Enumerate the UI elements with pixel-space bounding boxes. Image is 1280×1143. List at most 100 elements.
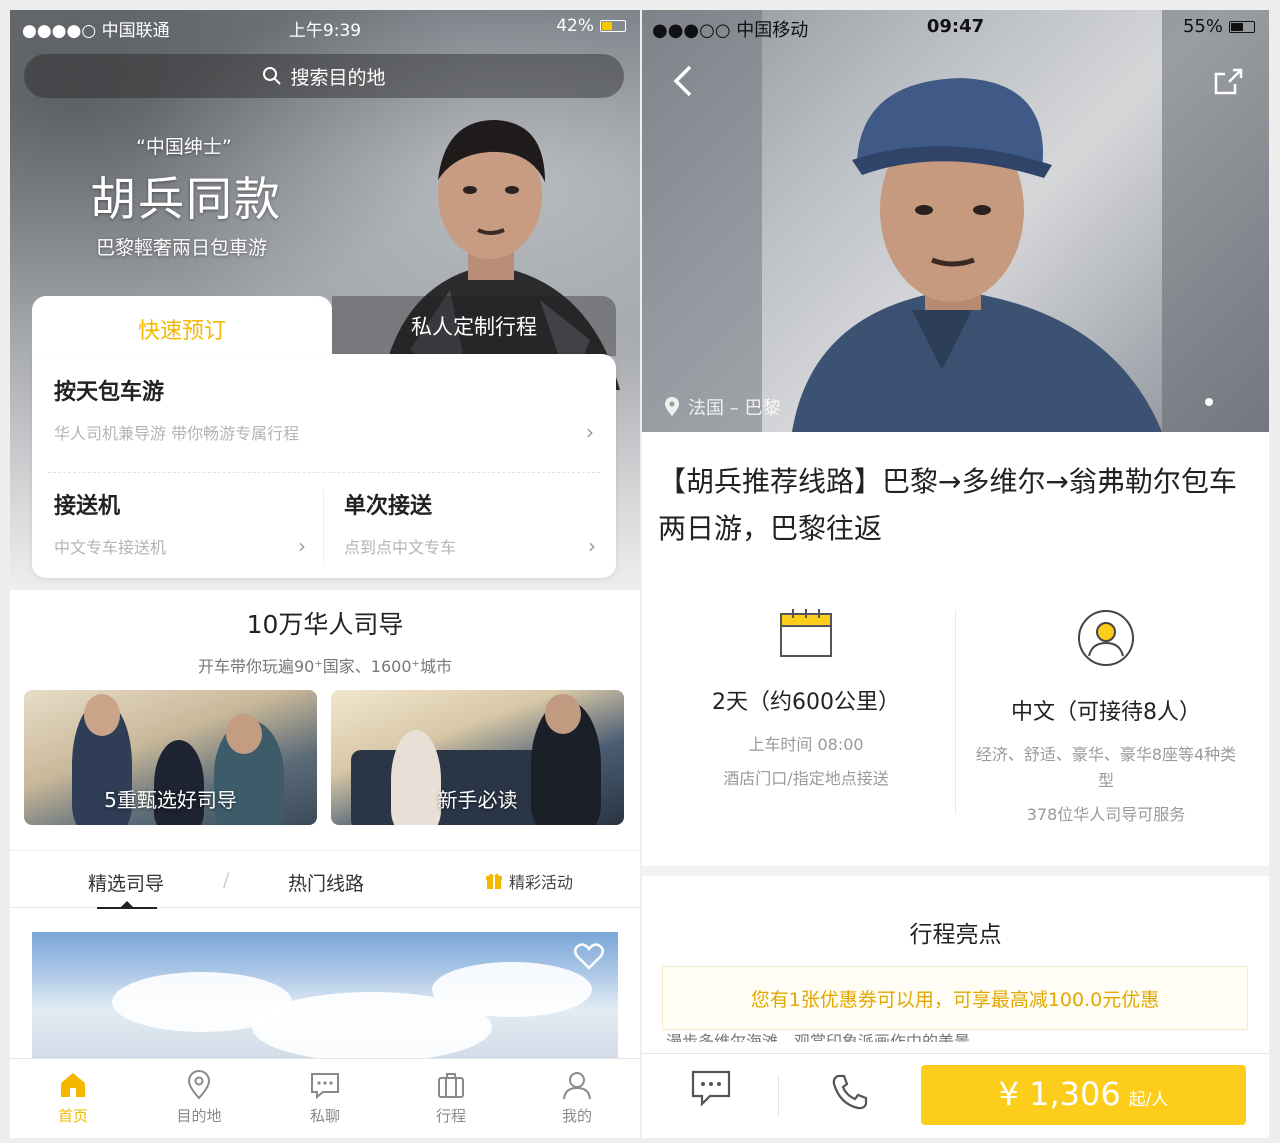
battery-indicator: 55% xyxy=(1183,16,1255,37)
featured-guide-image[interactable] xyxy=(32,932,618,1062)
map-pin-icon xyxy=(665,397,679,416)
highlights-title: 行程亮点 xyxy=(909,922,1002,948)
nav-me-label: 我的 xyxy=(561,1107,592,1125)
chat-button[interactable] xyxy=(690,1068,732,1112)
price-amount: ¥ 1,306 xyxy=(998,1075,1121,1113)
tab-quick-booking[interactable]: 快速预订 xyxy=(32,296,332,362)
cloud-shape xyxy=(432,962,592,1017)
battery-percent: 55% xyxy=(1182,16,1223,37)
route-title: 【胡兵推荐线路】巴黎→多维尔→翁弗勒尔包车两日游，巴黎往返 xyxy=(658,465,1237,545)
section-separator xyxy=(642,866,1269,876)
tab-events-label: 精彩活动 xyxy=(509,873,574,892)
call-button[interactable] xyxy=(830,1072,870,1116)
chat-icon xyxy=(691,1070,731,1107)
search-icon xyxy=(263,67,282,85)
promo-text: “中国绅士” 胡兵同款 巴黎輕奢兩日包車游 xyxy=(90,132,282,260)
chevron-left-icon xyxy=(673,65,692,97)
status-bar: ●●●●○ 中国联通 上午9:39 42% xyxy=(10,10,640,44)
clock-text: 09:47 xyxy=(926,16,985,37)
battery-percent: 42% xyxy=(556,16,594,36)
search-destination-input[interactable]: 搜索目的地 xyxy=(24,54,624,98)
divider xyxy=(48,472,600,473)
route-location-text: 法国 – 巴黎 xyxy=(688,398,781,419)
booking-card: 私人定制行程 快速预订 按天包车游 华人司机兼导游 带你畅游专属行程 › 接送机… xyxy=(32,296,616,578)
vehicle-types: 经济、舒适、豪华、豪华8座等4种类型 xyxy=(975,745,1237,790)
luggage-icon xyxy=(438,1073,464,1098)
daily-charter-option[interactable]: 按天包车游 华人司机兼导游 带你畅游专属行程 › xyxy=(54,374,594,444)
route-location: 法国 – 巴黎 xyxy=(664,394,780,420)
tab-separator: / xyxy=(223,869,230,891)
photo-figure xyxy=(84,694,120,736)
photo-figure xyxy=(226,714,262,754)
tab-custom-trip[interactable]: 私人定制行程 xyxy=(332,296,616,356)
route-hero-image[interactable]: ●●●○○ 中国移动 09:47 55% 法国 – 巴黎 xyxy=(642,10,1269,432)
single-transfer-option[interactable]: 单次接送 点到点中文专车 › xyxy=(344,488,614,558)
driver-avatar-icon xyxy=(1078,610,1134,666)
pickup-time: 上车时间 08:00 xyxy=(748,735,864,754)
gift-icon xyxy=(486,873,502,889)
status-bar: ●●●○○ 中国移动 09:47 55% xyxy=(642,10,1269,46)
home-screen: ●●●●○ 中国联通 上午9:39 42% 搜索目的地 “中国绅士” 胡兵同款 … xyxy=(10,10,640,1138)
divider xyxy=(778,1076,779,1116)
pickup-location: 酒店门口/指定地点接送 xyxy=(723,769,889,788)
chevron-right-icon: › xyxy=(586,420,594,444)
language-main: 中文（可接待8人） xyxy=(1011,700,1201,725)
promo-tagline: 巴黎輕奢兩日包車游 xyxy=(96,237,268,259)
heart-icon[interactable] xyxy=(574,942,604,970)
airport-transfer-title: 接送机 xyxy=(54,494,121,519)
promo-title: 胡兵同款 xyxy=(90,172,282,226)
nav-itinerary[interactable]: 行程 xyxy=(388,1059,514,1138)
promo-subtitle: “中国绅士” xyxy=(136,136,232,158)
chevron-right-icon: › xyxy=(298,534,306,558)
nav-chat[interactable]: 私聊 xyxy=(262,1059,388,1138)
duration-main: 2天（约600公里） xyxy=(712,690,900,715)
coupon-banner[interactable]: 您有1张优惠券可以用，可享最高减100.0元优惠 xyxy=(662,966,1248,1030)
book-now-button[interactable]: ¥ 1,306 起/人 xyxy=(921,1065,1246,1125)
share-icon xyxy=(1214,68,1243,95)
beginner-guide-label: 新手必读 xyxy=(437,788,518,812)
chat-icon xyxy=(311,1073,339,1100)
guides-title: 10万华人司导 xyxy=(246,610,404,639)
highlights-text: 漫步多维尔海滩，观赏印象派画作中的美景 xyxy=(666,1032,971,1042)
nav-destination[interactable]: 目的地 xyxy=(136,1059,262,1138)
single-transfer-title: 单次接送 xyxy=(344,494,433,519)
nav-chat-label: 私聊 xyxy=(309,1107,340,1125)
clock-text: 上午9:39 xyxy=(288,21,362,41)
duration-info: 2天（约600公里） 上车时间 08:00 酒店门口/指定地点接送 xyxy=(656,608,956,792)
guides-header: 10万华人司导 开车带你玩遍90⁺国家、1600⁺城市 xyxy=(10,605,640,677)
phone-icon xyxy=(832,1074,868,1110)
tab-events[interactable]: 精彩活动 xyxy=(485,869,573,893)
tab-popular-routes[interactable]: 热门线路 xyxy=(288,869,364,896)
divider xyxy=(323,490,324,562)
single-transfer-desc: 点到点中文专车 xyxy=(344,538,457,557)
photo-figure xyxy=(545,694,581,734)
tab-featured-guides[interactable]: 精选司导 xyxy=(88,869,164,896)
booking-options: 按天包车游 华人司机兼导游 带你畅游专属行程 › 接送机 中文专车接送机 › 单… xyxy=(32,354,616,578)
nav-home-label: 首页 xyxy=(57,1107,88,1125)
airport-transfer-option[interactable]: 接送机 中文专车接送机 › xyxy=(54,488,324,558)
active-tab-underline xyxy=(97,907,157,909)
language-info: 中文（可接待8人） 经济、舒适、豪华、豪华8座等4种类型 378位华人司导可服务 xyxy=(956,608,1256,828)
route-portrait-image xyxy=(642,10,1269,432)
hero-banner[interactable]: ●●●●○ 中国联通 上午9:39 42% 搜索目的地 “中国绅士” 胡兵同款 … xyxy=(10,10,640,590)
daily-charter-desc: 华人司机兼导游 带你畅游专属行程 xyxy=(54,424,300,443)
section-tabs: 精选司导 / 热门线路 精彩活动 xyxy=(10,850,640,909)
nav-destination-label: 目的地 xyxy=(176,1107,222,1125)
bottom-tab-bar: 首页 目的地 私聊 行程 我的 xyxy=(10,1058,640,1138)
nav-home[interactable]: 首页 xyxy=(10,1059,136,1138)
airport-transfer-desc: 中文专车接送机 xyxy=(54,538,167,557)
guide-count: 378位华人司导可服务 xyxy=(1026,805,1186,824)
share-button[interactable] xyxy=(1213,66,1245,100)
battery-indicator: 42% xyxy=(556,16,626,36)
nav-itinerary-label: 行程 xyxy=(435,1107,466,1125)
back-button[interactable] xyxy=(672,64,694,107)
battery-icon xyxy=(1229,20,1255,33)
search-placeholder: 搜索目的地 xyxy=(290,66,386,89)
beginner-guide-card[interactable]: 新手必读 xyxy=(331,690,624,825)
price-unit: 起/人 xyxy=(1128,1090,1169,1110)
nav-me[interactable]: 我的 xyxy=(514,1059,640,1138)
battery-icon xyxy=(600,20,626,32)
daily-charter-title: 按天包车游 xyxy=(54,380,165,405)
guide-selection-card[interactable]: 5重甄选好司导 xyxy=(24,690,317,825)
home-icon xyxy=(61,1073,85,1097)
